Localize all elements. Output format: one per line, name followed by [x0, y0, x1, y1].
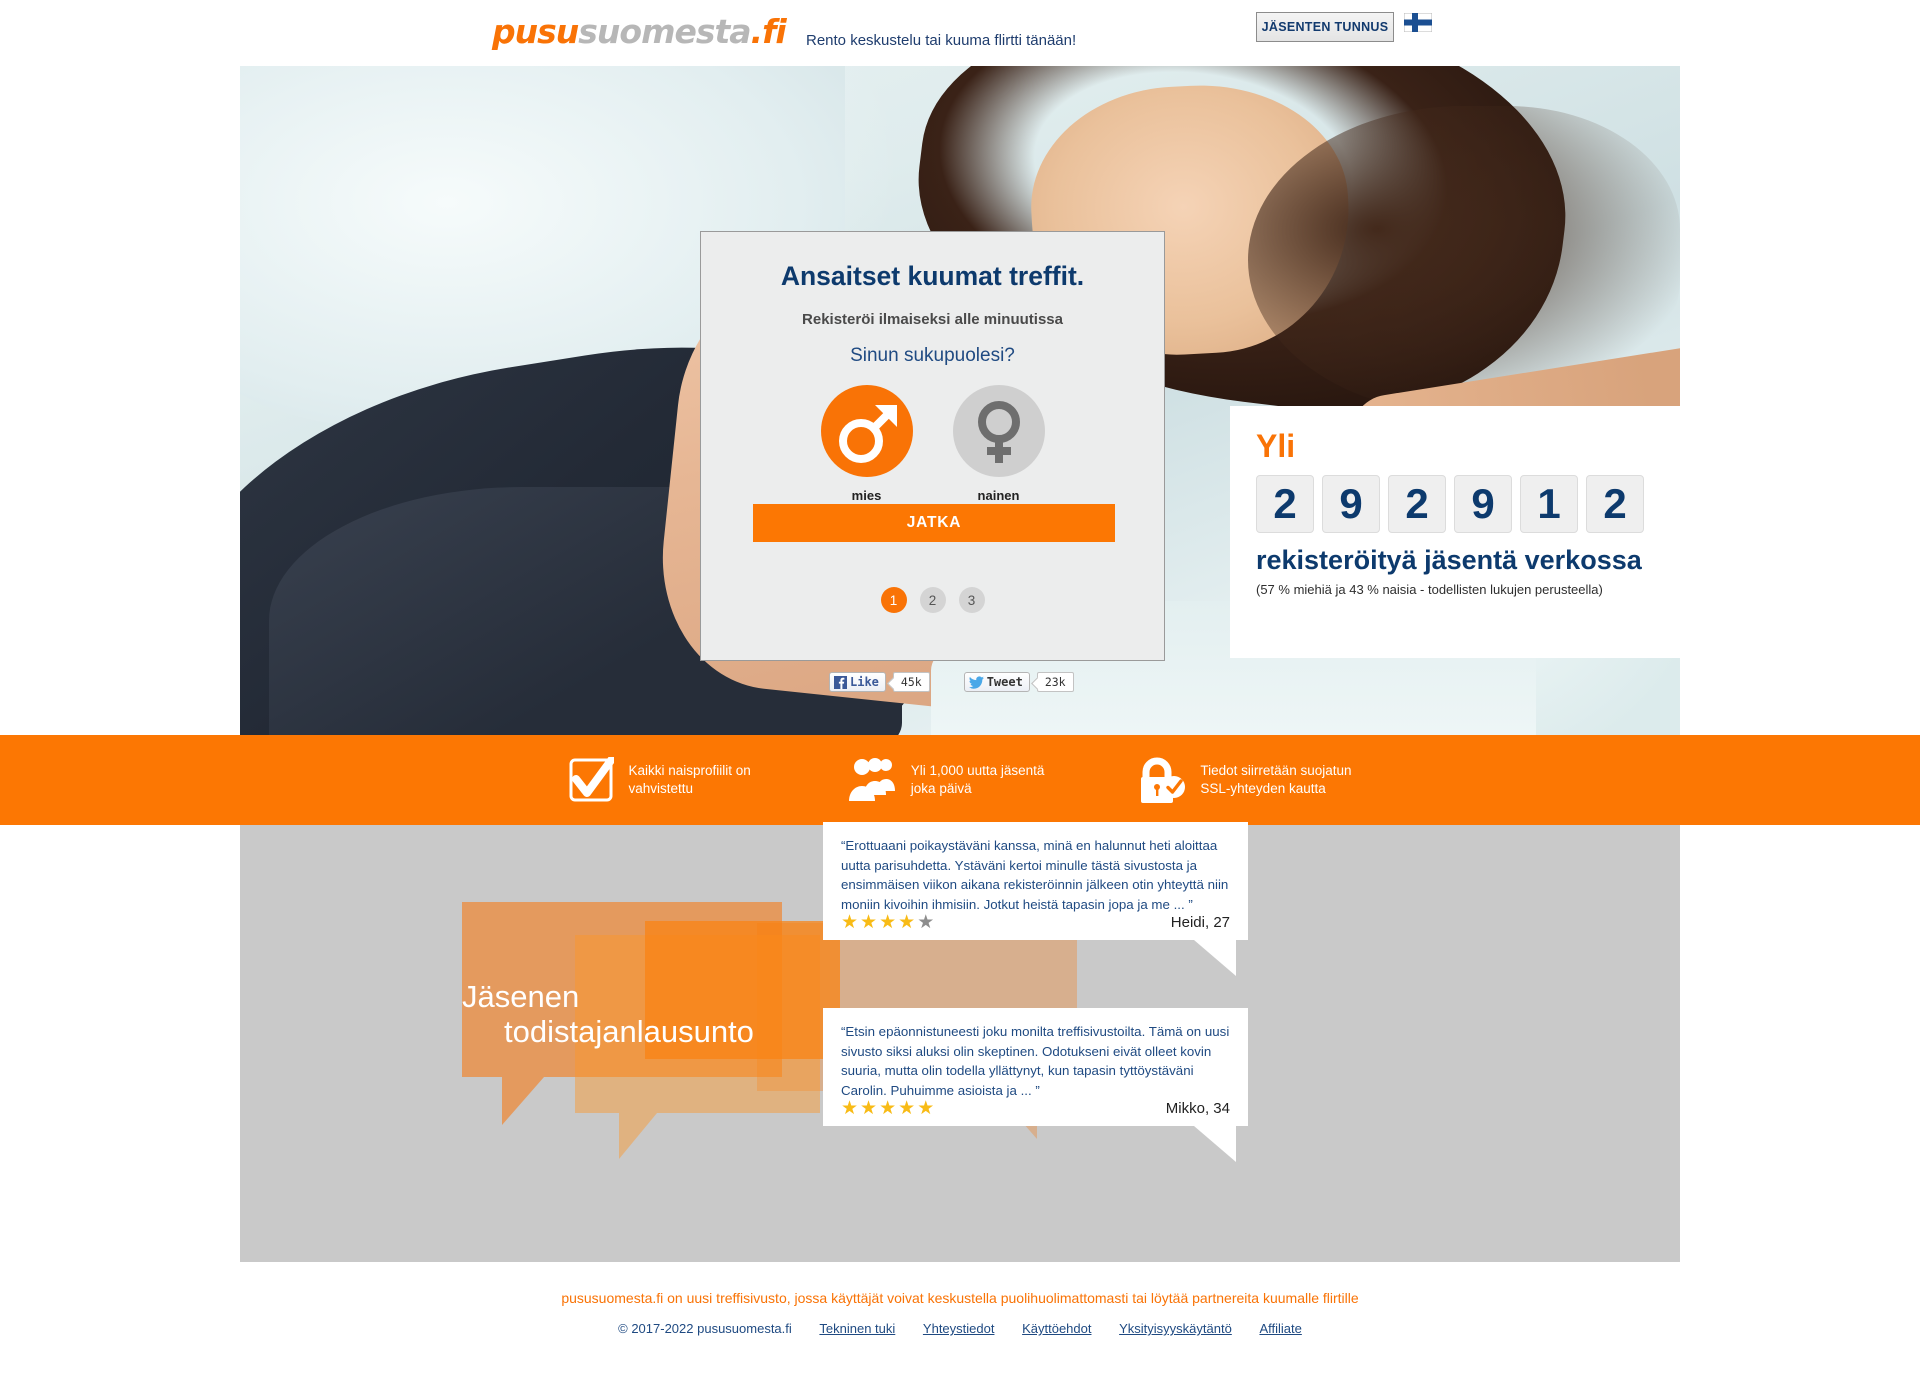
testimonial-card: “Erottuaani poikaystäväni kanssa, minä e… [823, 822, 1248, 976]
logo-part-orange-2: .fi [750, 12, 787, 51]
site-header: pususuomesta.fi Rento keskustelu tai kuu… [0, 0, 1920, 57]
star-icon: ★ [898, 912, 916, 933]
star-icon: ★ [917, 1098, 935, 1119]
testimonial-author: Mikko, 34 [1165, 1100, 1230, 1117]
feature-item-ssl: Tiedot siirretään suojatun SSL-yhteyden … [1136, 756, 1352, 804]
facebook-like-label: Like [850, 675, 879, 689]
star-icon: ★ [917, 912, 935, 933]
lock-shield-icon [1141, 757, 1186, 803]
feature-item-new-members: Yli 1,000 uutta jäsentä joka päivä [843, 757, 1045, 803]
member-login-button[interactable]: JÄSENTEN TUNNUS [1256, 12, 1394, 42]
star-icon: ★ [860, 912, 878, 933]
counter-digit: 1 [1520, 475, 1578, 533]
feature-item-verified: Kaikki naisprofiilit on vahvistettu [568, 757, 751, 803]
people-group-icon [848, 758, 895, 801]
counter-heading: rekisteröityä jäsentä verkossa [1256, 545, 1642, 575]
twitter-bird-icon [968, 675, 984, 689]
testimonials-heading-line2: todistajanlausunto [504, 1013, 754, 1049]
continue-button[interactable]: JATKA [753, 504, 1115, 542]
counter-digit: 9 [1322, 475, 1380, 533]
gender-label-female: nainen [977, 488, 1020, 503]
rating-stars: ★ ★ ★ ★ ★ [841, 913, 934, 932]
footer-link-privacy[interactable]: Yksityisyyskäytäntö [1119, 1321, 1232, 1336]
star-icon: ★ [841, 912, 859, 933]
footer-copyright: © 2017-2022 pususuomesta.fi [618, 1321, 792, 1336]
star-icon: ★ [860, 1098, 878, 1119]
star-icon: ★ [841, 1098, 859, 1119]
facebook-share-group: Like 45k [829, 672, 930, 692]
counter-prefix: Yli [1256, 428, 1296, 464]
mars-symbol-icon [820, 385, 913, 477]
registration-card: Ansaitset kuumat treffit. Rekisteröi ilm… [700, 231, 1165, 661]
star-icon: ★ [879, 1098, 897, 1119]
testimonials-section: Jäsenen todistajanlausunto “Erottuaani p… [240, 822, 1680, 1262]
twitter-tweet-count: 23k [1036, 672, 1074, 692]
logo-part-gray: suomesta [578, 12, 751, 51]
registration-subtitle: Rekisteröi ilmaiseksi alle minuutissa [802, 311, 1063, 328]
rating-stars: ★ ★ ★ ★ ★ [841, 1099, 934, 1118]
gender-label-male: mies [851, 488, 882, 503]
step-2[interactable]: 2 [919, 587, 946, 613]
testimonials-heading: Jäsenen todistajanlausunto [462, 979, 982, 1049]
checkbox-check-icon [569, 757, 615, 802]
star-icon: ★ [879, 912, 897, 933]
step-3[interactable]: 3 [958, 587, 985, 613]
social-share-bar: Like 45k Tweet 23k [829, 672, 1074, 692]
gender-option-female[interactable]: nainen [952, 385, 1045, 503]
gender-option-male[interactable]: mies [820, 385, 913, 503]
counter-note: (57 % miehiä ja 43 % naisia - todelliste… [1256, 582, 1603, 597]
feature-text: Kaikki naisprofiilit on vahvistettu [628, 762, 751, 796]
testimonial-author: Heidi, 27 [1170, 914, 1230, 931]
step-indicator: 1 2 3 [701, 587, 1164, 613]
footer-link-contact[interactable]: Yhteystiedot [923, 1321, 995, 1336]
logo-part-orange-1: pusu [492, 12, 579, 51]
feature-text: Tiedot siirretään suojatun SSL-yhteyden … [1200, 762, 1352, 796]
venus-symbol-icon [952, 385, 1045, 477]
star-icon: ★ [898, 1098, 916, 1119]
footer-link-affiliate[interactable]: Affiliate [1259, 1321, 1301, 1336]
footer-description: pususuomesta.fi on uusi treffisivusto, j… [561, 1290, 1359, 1306]
gender-question: Sinun sukupuolesi? [850, 345, 1015, 366]
facebook-like-button[interactable]: Like [829, 672, 886, 692]
finland-flag-icon [1404, 13, 1432, 32]
features-bar: Kaikki naisprofiilit on vahvistettu Yli … [0, 735, 1920, 825]
site-logo[interactable]: pususuomesta.fi [492, 12, 787, 51]
registration-title: Ansaitset kuumat treffit. [780, 261, 1085, 291]
hero-banner: Ansaitset kuumat treffit. Rekisteröi ilm… [240, 66, 1680, 735]
footer-link-support[interactable]: Tekninen tuki [819, 1321, 895, 1336]
facebook-like-count: 45k [892, 672, 930, 692]
testimonial-text: “Erottuaani poikaystäväni kanssa, minä e… [841, 838, 1229, 912]
twitter-tweet-label: Tweet [986, 675, 1023, 689]
gender-selector: mies nainen [701, 385, 1164, 503]
counter-digit: 2 [1256, 475, 1314, 533]
twitter-share-group: Tweet 23k [963, 672, 1074, 692]
counter-digit: 2 [1586, 475, 1644, 533]
site-footer: pususuomesta.fi on uusi treffisivusto, j… [0, 1290, 1920, 1336]
member-counter-card: Yli 2 9 2 9 1 2 rekisteröityä jäsentä ve… [1230, 406, 1680, 658]
counter-digits: 2 9 2 9 1 2 [1256, 475, 1680, 533]
step-1[interactable]: 1 [880, 587, 907, 613]
landing-page: pususuomesta.fi Rento keskustelu tai kuu… [0, 0, 1920, 1400]
site-tagline: Rento keskustelu tai kuuma flirtti tänää… [806, 32, 1077, 49]
counter-digit: 9 [1454, 475, 1512, 533]
feature-text: Yli 1,000 uutta jäsentä joka päivä [910, 762, 1045, 796]
footer-link-terms[interactable]: Käyttöehdot [1022, 1321, 1091, 1336]
counter-digit: 2 [1388, 475, 1446, 533]
facebook-icon [834, 675, 847, 689]
footer-links: © 2017-2022 pususuomesta.fi Tekninen tuk… [0, 1321, 1920, 1336]
twitter-tweet-button[interactable]: Tweet [963, 672, 1030, 692]
testimonials-heading-line1: Jäsenen [462, 979, 580, 1014]
